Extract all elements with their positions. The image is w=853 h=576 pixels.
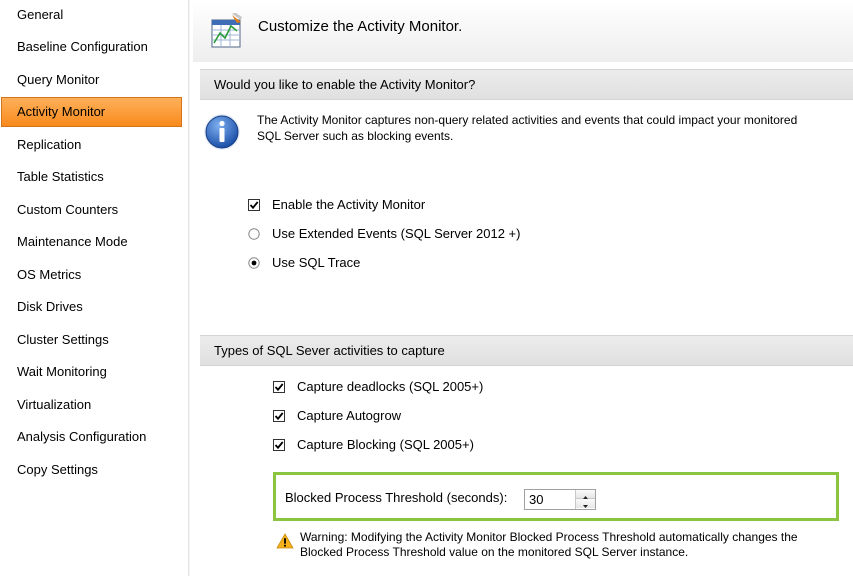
stepper-buttons bbox=[575, 490, 595, 509]
info-icon bbox=[204, 114, 240, 150]
sidebar-item-copy-settings[interactable]: Copy Settings bbox=[0, 455, 183, 485]
sidebar-item-custom-counters[interactable]: Custom Counters bbox=[0, 195, 183, 225]
sidebar-item-analysis-configuration[interactable]: Analysis Configuration bbox=[0, 422, 183, 452]
threshold-highlight-box: Blocked Process Threshold (seconds): 30 bbox=[273, 472, 839, 521]
enable-activity-monitor-label: Enable the Activity Monitor bbox=[272, 197, 426, 212]
settings-sidebar: General Baseline Configuration Query Mon… bbox=[0, 0, 183, 576]
checkbox-checked-icon bbox=[273, 381, 285, 393]
capture-autogrow-label: Capture Autogrow bbox=[297, 408, 402, 423]
sidebar-item-replication[interactable]: Replication bbox=[0, 130, 183, 160]
sidebar-item-cluster-settings[interactable]: Cluster Settings bbox=[0, 325, 183, 355]
capture-blocking-label: Capture Blocking (SQL 2005+) bbox=[297, 437, 474, 452]
warning-message: Warning: Modifying the Activity Monitor … bbox=[300, 530, 798, 559]
use-sql-trace-label: Use SQL Trace bbox=[272, 255, 361, 270]
checkbox-checked-icon bbox=[273, 410, 285, 422]
sidebar-splitter[interactable] bbox=[188, 0, 190, 576]
section-header-enable: Would you like to enable the Activity Mo… bbox=[200, 69, 853, 100]
stepper-down-button[interactable] bbox=[576, 499, 595, 508]
threshold-value[interactable]: 30 bbox=[529, 491, 543, 508]
sidebar-item-os-metrics[interactable]: OS Metrics bbox=[0, 260, 183, 290]
stepper-up-button[interactable] bbox=[576, 490, 595, 499]
sidebar-item-activity-monitor[interactable]: Activity Monitor bbox=[1, 97, 182, 127]
warning-icon bbox=[276, 533, 294, 549]
threshold-label: Blocked Process Threshold (seconds): bbox=[285, 490, 508, 505]
chevron-down-icon bbox=[583, 505, 588, 508]
blocked-process-threshold-stepper[interactable]: 30 bbox=[524, 489, 596, 510]
activity-monitor-icon bbox=[211, 13, 243, 48]
radio-unselected-icon bbox=[248, 228, 260, 240]
radio-selected-icon bbox=[248, 257, 260, 269]
sidebar-item-general[interactable]: General bbox=[0, 0, 183, 30]
page-header: Customize the Activity Monitor. bbox=[193, 0, 853, 62]
sidebar-item-maintenance-mode[interactable]: Maintenance Mode bbox=[0, 227, 183, 257]
sidebar-item-baseline-configuration[interactable]: Baseline Configuration bbox=[0, 32, 183, 62]
capture-deadlocks-label: Capture deadlocks (SQL 2005+) bbox=[297, 379, 484, 394]
checkbox-checked-icon bbox=[273, 439, 285, 451]
checkbox-checked-icon bbox=[248, 199, 260, 211]
use-extended-events-label: Use Extended Events (SQL Server 2012 +) bbox=[272, 226, 521, 241]
page-title: Customize the Activity Monitor. bbox=[258, 18, 463, 35]
info-description: The Activity Monitor captures non-query … bbox=[257, 113, 798, 143]
section-header-capture: Types of SQL Sever activities to capture bbox=[200, 335, 853, 366]
sidebar-item-table-statistics[interactable]: Table Statistics bbox=[0, 162, 183, 192]
sidebar-item-query-monitor[interactable]: Query Monitor bbox=[0, 65, 183, 95]
sidebar-item-disk-drives[interactable]: Disk Drives bbox=[0, 292, 183, 322]
sidebar-item-virtualization[interactable]: Virtualization bbox=[0, 390, 183, 420]
sidebar-item-wait-monitoring[interactable]: Wait Monitoring bbox=[0, 357, 183, 387]
